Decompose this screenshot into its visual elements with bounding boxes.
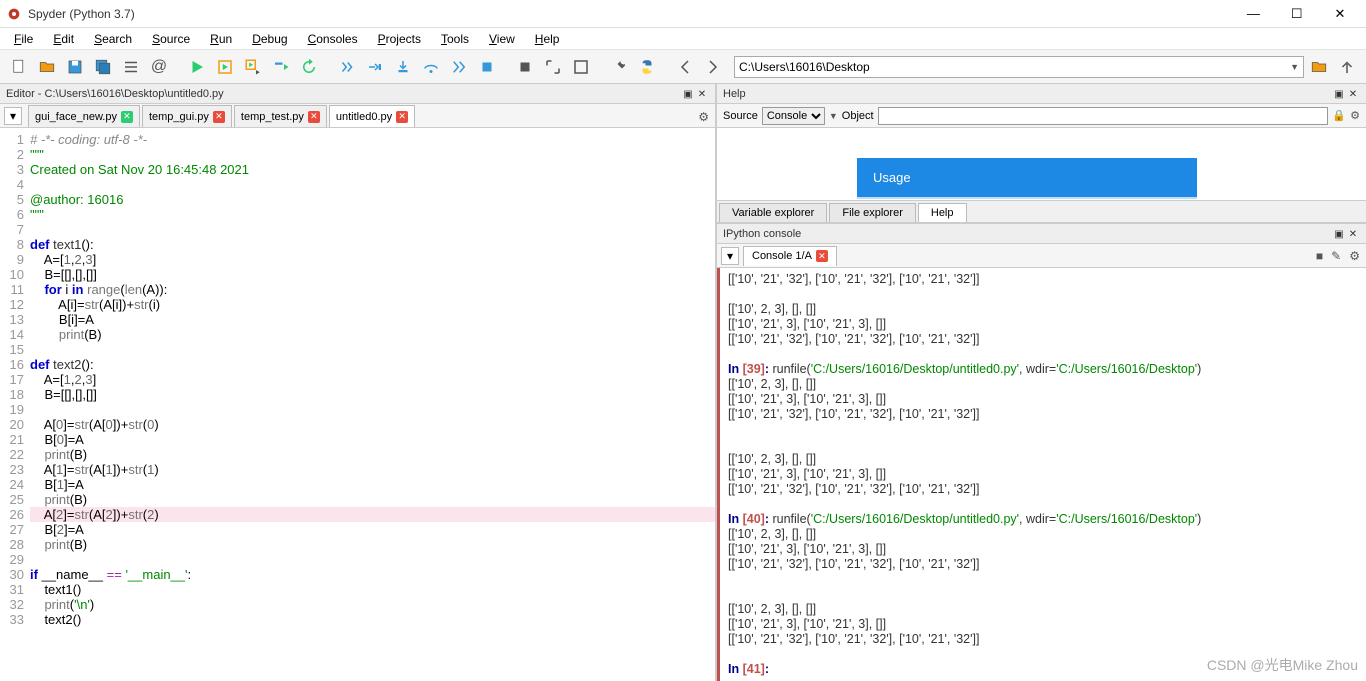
- editor-options-icon[interactable]: ⚙: [698, 110, 709, 124]
- usage-heading: Usage: [857, 158, 1197, 199]
- console-stop-icon[interactable]: ■: [1316, 249, 1323, 263]
- help-content: Usage: [717, 128, 1366, 200]
- save-button[interactable]: [62, 54, 88, 80]
- close-tab-icon[interactable]: ✕: [396, 111, 408, 123]
- undock-icon[interactable]: ▣: [1332, 229, 1346, 240]
- source-select[interactable]: Console: [762, 107, 825, 125]
- help-tabs: Variable explorerFile explorerHelp: [717, 200, 1366, 222]
- editor-tab[interactable]: temp_gui.py✕: [142, 105, 232, 127]
- undock-icon[interactable]: ▣: [1332, 89, 1346, 100]
- tab-list-button[interactable]: ▾: [4, 107, 22, 125]
- menu-source[interactable]: Source: [142, 30, 200, 48]
- preferences-button[interactable]: [606, 54, 632, 80]
- run-selection-button[interactable]: [268, 54, 294, 80]
- console-clear-icon[interactable]: ✎: [1331, 249, 1341, 263]
- menubar: FileEditSearchSourceRunDebugConsolesProj…: [0, 28, 1366, 50]
- outline-button[interactable]: [118, 54, 144, 80]
- console-list-button[interactable]: ▾: [721, 247, 739, 265]
- at-button[interactable]: @: [146, 54, 172, 80]
- continue-button[interactable]: [446, 54, 472, 80]
- object-label: Object: [842, 110, 874, 122]
- help-pane-title: Help ▣✕: [717, 84, 1366, 104]
- console-options-icon[interactable]: ⚙: [1349, 249, 1360, 263]
- editor-tab[interactable]: untitled0.py✕: [329, 105, 415, 127]
- spyder-logo-icon: [6, 6, 22, 22]
- menu-run[interactable]: Run: [200, 30, 242, 48]
- working-directory[interactable]: ▼: [734, 56, 1304, 78]
- menu-view[interactable]: View: [479, 30, 525, 48]
- editor-tabstrip: ▾ gui_face_new.py✕temp_gui.py✕temp_test.…: [0, 104, 715, 128]
- editor-tab[interactable]: gui_face_new.py✕: [28, 105, 140, 127]
- save-all-button[interactable]: [90, 54, 116, 80]
- console-toolbar: ▾ Console 1/A ✕ ■ ✎ ⚙: [717, 244, 1366, 268]
- run-cell-advance-button[interactable]: [240, 54, 266, 80]
- editor-tab[interactable]: temp_test.py✕: [234, 105, 327, 127]
- step-over-button[interactable]: [418, 54, 444, 80]
- stop-debug-button[interactable]: [474, 54, 500, 80]
- parent-dir-button[interactable]: [1334, 54, 1360, 80]
- console-tab[interactable]: Console 1/A ✕: [743, 246, 837, 266]
- menu-debug[interactable]: Debug: [242, 30, 297, 48]
- python-path-button[interactable]: [634, 54, 660, 80]
- close-tab-icon[interactable]: ✕: [121, 111, 133, 123]
- rerun-button[interactable]: [296, 54, 322, 80]
- max-pane-button[interactable]: [540, 54, 566, 80]
- step-into-button[interactable]: [390, 54, 416, 80]
- new-file-button[interactable]: [6, 54, 32, 80]
- line-gutter: 1234567891011121314151617181920212223242…: [0, 128, 30, 681]
- run-button[interactable]: [184, 54, 210, 80]
- run-cell-button[interactable]: [212, 54, 238, 80]
- window-title: Spyder (Python 3.7): [28, 7, 1233, 21]
- editor-pane-title: Editor - C:\Users\16016\Desktop\untitled…: [0, 84, 715, 104]
- close-tab-icon[interactable]: ✕: [213, 111, 225, 123]
- code-editor[interactable]: 1234567891011121314151617181920212223242…: [0, 128, 715, 681]
- close-button[interactable]: ✕: [1320, 6, 1360, 22]
- menu-search[interactable]: Search: [84, 30, 142, 48]
- titlebar: Spyder (Python 3.7) — ☐ ✕: [0, 0, 1366, 28]
- undock-icon[interactable]: ▣: [681, 89, 695, 100]
- menu-tools[interactable]: Tools: [431, 30, 479, 48]
- close-pane-icon[interactable]: ✕: [1346, 229, 1360, 240]
- browse-folder-button[interactable]: [1306, 54, 1332, 80]
- help-toolbar: Source Console ▼ Object 🔒 ⚙: [717, 104, 1366, 128]
- menu-file[interactable]: File: [4, 30, 43, 48]
- ipython-console[interactable]: [['10', '21', '32'], ['10', '21', '32'],…: [717, 268, 1366, 681]
- help-tab[interactable]: File explorer: [829, 203, 916, 222]
- object-input[interactable]: [878, 107, 1329, 125]
- path-forward-button[interactable]: [700, 54, 726, 80]
- minimize-button[interactable]: —: [1233, 6, 1273, 21]
- fullscreen-button[interactable]: [568, 54, 594, 80]
- menu-edit[interactable]: Edit: [43, 30, 84, 48]
- source-label: Source: [723, 110, 758, 122]
- help-tab[interactable]: Variable explorer: [719, 203, 827, 222]
- help-tab[interactable]: Help: [918, 203, 967, 222]
- close-tab-icon[interactable]: ✕: [816, 250, 828, 262]
- debug-button[interactable]: [334, 54, 360, 80]
- ipython-pane-title: IPython console ▣✕: [717, 224, 1366, 244]
- dropdown-icon[interactable]: ▼: [1290, 62, 1299, 72]
- open-file-button[interactable]: [34, 54, 60, 80]
- menu-projects[interactable]: Projects: [368, 30, 431, 48]
- path-input[interactable]: [739, 60, 1290, 74]
- lock-icon[interactable]: 🔒: [1332, 109, 1346, 122]
- maximize-button[interactable]: ☐: [1277, 6, 1317, 22]
- step-button[interactable]: [362, 54, 388, 80]
- stop-button[interactable]: [512, 54, 538, 80]
- menu-consoles[interactable]: Consoles: [298, 30, 368, 48]
- main-toolbar: @ ▼: [0, 50, 1366, 84]
- path-back-button[interactable]: [672, 54, 698, 80]
- close-tab-icon[interactable]: ✕: [308, 111, 320, 123]
- close-pane-icon[interactable]: ✕: [1346, 89, 1360, 100]
- close-pane-icon[interactable]: ✕: [695, 89, 709, 100]
- help-options-icon[interactable]: ⚙: [1350, 109, 1360, 122]
- menu-help[interactable]: Help: [525, 30, 570, 48]
